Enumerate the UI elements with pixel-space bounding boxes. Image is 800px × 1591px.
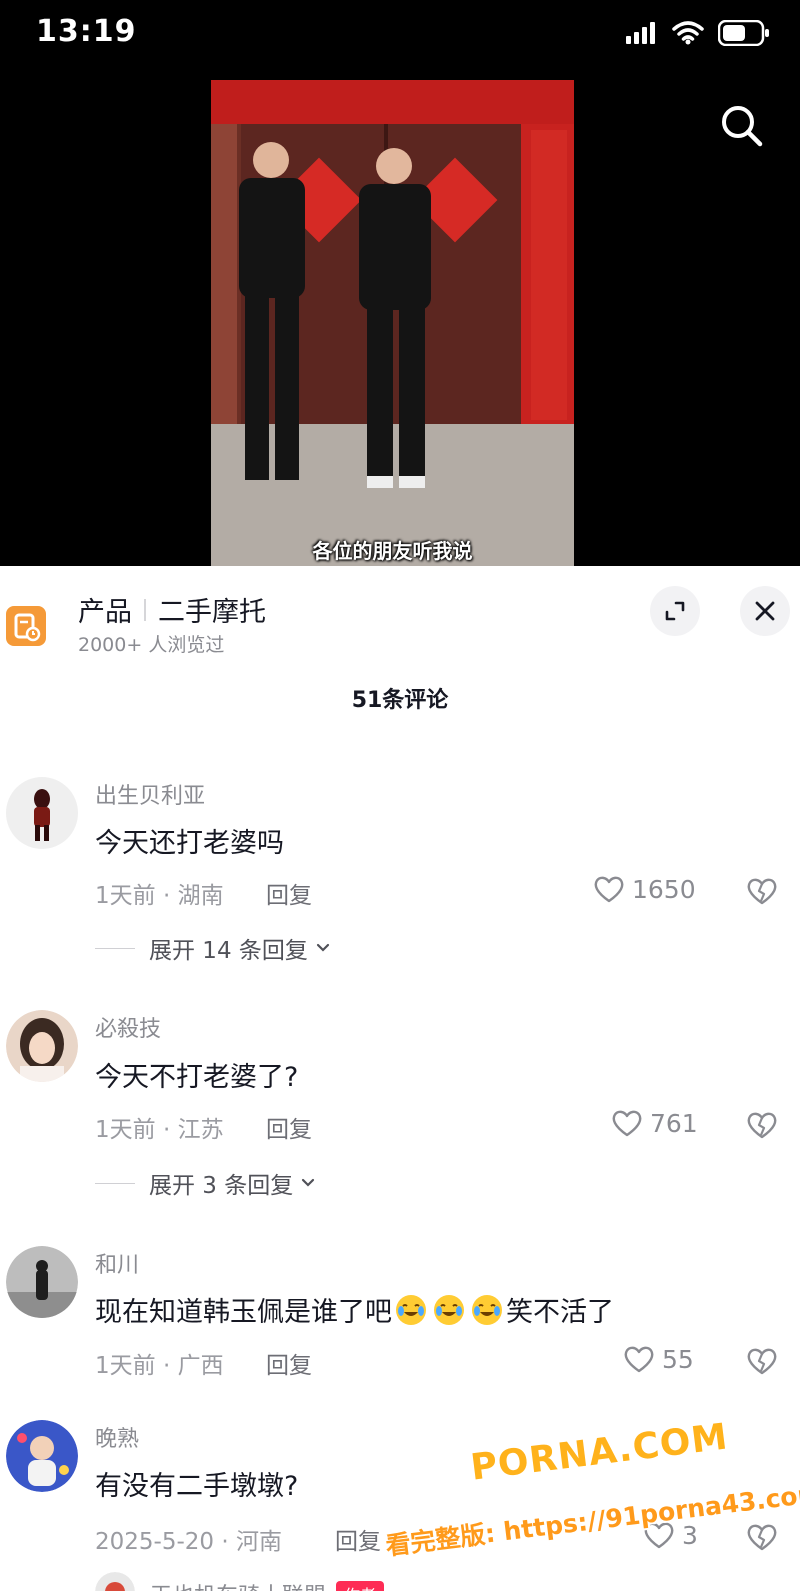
video-frame[interactable]: 各位的朋友听我说	[211, 80, 574, 566]
battery-icon	[718, 20, 769, 46]
like-count: 1650	[632, 874, 696, 904]
reply-username[interactable]: 天也机车骑士联盟 作者	[150, 1578, 385, 1591]
avatar-image	[6, 1246, 78, 1318]
comments-count: 51条评论	[351, 688, 449, 713]
wifi-icon	[672, 21, 704, 45]
heart-icon	[624, 1346, 654, 1373]
comment-username[interactable]: 和川	[95, 1247, 139, 1279]
video-scene	[211, 80, 574, 566]
like-count: 761	[650, 1108, 698, 1138]
comment-username[interactable]: 必殺技	[95, 1011, 161, 1043]
crying-laughing-emoji-icon	[472, 1295, 502, 1325]
comment-username[interactable]: 晚熟	[95, 1421, 139, 1453]
crying-laughing-emoji-icon	[396, 1295, 426, 1325]
like-button[interactable]: 55	[622, 1342, 694, 1376]
like-count: 55	[662, 1344, 694, 1374]
dislike-icon[interactable]	[745, 874, 779, 908]
status-time: 13:19	[36, 14, 137, 49]
heart-icon	[612, 1110, 642, 1137]
dislike-icon[interactable]	[745, 1108, 779, 1142]
comment-text: 现在知道韩玉佩是谁了吧 笑不活了	[95, 1290, 614, 1329]
reply-button[interactable]: 回复	[335, 1522, 381, 1556]
avatar-image	[6, 1420, 78, 1492]
avatar[interactable]	[6, 1246, 78, 1318]
video-subtitle: 各位的朋友听我说	[312, 539, 473, 563]
expand-replies[interactable]: 展开 14 条回复	[95, 931, 334, 965]
reply-button[interactable]: 回复	[266, 1346, 312, 1380]
search-icon[interactable]	[718, 102, 766, 150]
like-button[interactable]: 761	[610, 1106, 698, 1140]
product-title[interactable]: 产品 二手摩托	[78, 590, 266, 629]
title-divider	[144, 598, 146, 621]
reply-button[interactable]: 回复	[266, 876, 312, 910]
crying-laughing-emoji-icon	[434, 1295, 464, 1325]
video-player[interactable]: 13:19 各位的朋友听我说	[0, 0, 800, 566]
product-name: 二手摩托	[158, 597, 266, 628]
expand-line	[95, 947, 135, 949]
comment-username[interactable]: 出生贝利亚	[95, 778, 205, 810]
product-doc-icon	[14, 613, 41, 642]
expand-line	[95, 1182, 135, 1184]
like-button[interactable]: 1650	[592, 872, 696, 906]
comment-time-location: 1天前 · 江苏	[95, 1117, 224, 1143]
status-icons	[626, 20, 770, 46]
avatar[interactable]	[6, 777, 78, 849]
close-button[interactable]	[740, 586, 790, 636]
chevron-down-icon	[316, 943, 329, 952]
avatar[interactable]	[6, 1420, 78, 1492]
avatar-image	[6, 777, 78, 849]
comment-time-location: 1天前 · 湖南	[95, 883, 224, 909]
expand-replies-label: 展开 3 条回复	[149, 1173, 294, 1199]
avatar[interactable]	[6, 1010, 78, 1082]
comment-text: 今天不打老婆了?	[95, 1062, 299, 1093]
dislike-icon[interactable]	[745, 1520, 779, 1554]
expand-button[interactable]	[650, 586, 700, 636]
chevron-down-icon	[302, 1178, 315, 1187]
cellular-signal-icon	[626, 22, 655, 44]
comment-text: 有没有二手墩墩?	[95, 1471, 299, 1502]
comment-text-part: 笑不活了	[506, 1297, 614, 1328]
dislike-icon[interactable]	[745, 1344, 779, 1378]
comment-text-part: 现在知道韩玉佩是谁了吧	[95, 1297, 392, 1328]
product-tag: 产品	[78, 597, 132, 628]
expand-replies[interactable]: 展开 3 条回复	[95, 1166, 319, 1200]
author-badge: 作者	[336, 1581, 385, 1591]
close-icon	[755, 601, 775, 621]
comment-time-location: 2025-5-20 · 河南	[95, 1529, 282, 1555]
comment-text: 今天还打老婆吗	[95, 828, 284, 859]
heart-icon	[594, 876, 624, 903]
expand-icon	[665, 601, 685, 621]
avatar-image	[6, 1010, 78, 1082]
reply-button[interactable]: 回复	[266, 1110, 312, 1144]
product-views: 2000+ 人浏览过	[78, 634, 225, 656]
expand-replies-label: 展开 14 条回复	[149, 938, 308, 964]
comment-time-location: 1天前 · 广西	[95, 1353, 224, 1379]
reply-username-label: 天也机车骑士联盟	[150, 1578, 326, 1591]
product-icon[interactable]	[6, 606, 46, 646]
